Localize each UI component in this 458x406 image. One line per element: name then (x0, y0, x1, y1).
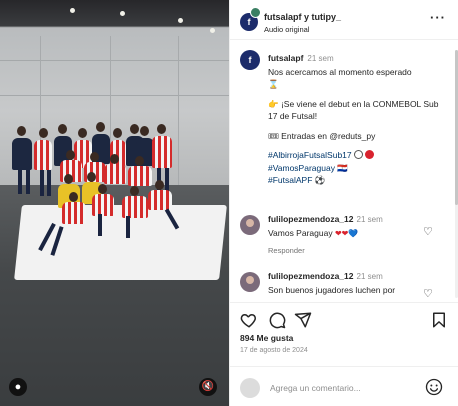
caption-line-3: Entradas en @reduts_py (281, 130, 376, 141)
comment-time: 21 sem (356, 215, 383, 224)
like-comment-icon[interactable]: ♡ (423, 288, 435, 300)
player-head (87, 172, 96, 182)
player-leg (47, 170, 51, 196)
player-head (155, 180, 164, 190)
comment-text: Son buenos jugadores luchen por (268, 284, 396, 295)
post-authors[interactable]: futsalapf y tutipy_ (264, 12, 341, 22)
player-figure (148, 190, 172, 210)
reply-button[interactable]: Responder (268, 246, 305, 255)
ceiling-light (178, 18, 183, 23)
wall-seam (0, 60, 229, 61)
pointing-hand-icon: 👉 (268, 98, 279, 109)
hashtag-link[interactable]: #AlbirrojaFutsalSub17 (268, 150, 352, 160)
add-comment-input[interactable] (270, 380, 410, 396)
player-head (110, 154, 119, 164)
comment-avatar[interactable] (240, 272, 260, 292)
hourglass-icon: ⌛ (268, 79, 279, 89)
player-figure (152, 136, 172, 168)
player-leg (26, 170, 30, 194)
comment-item: fulilopezmendoza_12 21 sem Son buenos jug… (268, 270, 446, 296)
author-avatar[interactable]: f (240, 7, 261, 31)
player-leg (165, 168, 169, 192)
player-head (58, 124, 67, 134)
comment-avatar[interactable] (240, 215, 260, 235)
player-head (78, 128, 87, 138)
player-head (157, 124, 166, 134)
post-caption: futsalapf 21 sem Nos acercamos al momento… (268, 52, 446, 194)
player-head (69, 192, 78, 202)
player-head (140, 126, 149, 136)
audio-muted-icon[interactable]: 🔇 (199, 378, 217, 396)
player-head (66, 150, 75, 160)
soccer-ball-icon: ⚽ (314, 175, 326, 185)
share-send-icon[interactable] (294, 311, 312, 329)
user-tag-icon[interactable]: ● (9, 378, 27, 396)
player-head (130, 186, 139, 196)
player-figure (34, 140, 52, 170)
ticket-icon: 🎟 (268, 130, 279, 141)
player-figure (128, 166, 152, 186)
player-leg (98, 214, 102, 236)
comment-time: 21 sem (356, 272, 383, 281)
caption-username[interactable]: futsalapf (268, 53, 303, 63)
player-figure (92, 194, 114, 216)
player-head (17, 126, 26, 136)
white-circle-icon (354, 150, 364, 159)
add-comment-bar (230, 366, 458, 406)
like-count[interactable]: 894 Me gusta (240, 333, 293, 343)
comment-username[interactable]: fulilopezmendoza_12 (268, 214, 354, 224)
ceiling-light (210, 28, 215, 33)
ceiling-light (70, 8, 75, 13)
post-actions-bar (230, 302, 458, 334)
paraguay-flag-icon: 🇵🇾 (337, 162, 348, 173)
player-head (98, 184, 107, 194)
hashtag-link[interactable]: #FutsalAPF (268, 175, 312, 185)
player-head (39, 128, 48, 138)
player-head (113, 128, 122, 138)
player-figure (62, 202, 86, 224)
post-header: f futsalapf y tutipy_ Audio original ··· (230, 0, 458, 40)
wall-seam (0, 95, 229, 96)
heart-emoji-icon: ❤❤💙 (334, 228, 359, 238)
audio-label[interactable]: Audio original (264, 25, 309, 34)
comment-text: Vamos Paraguay (268, 227, 333, 238)
caption-line-2: ¡Se viene el debut en la CONMEBOL Sub 17… (268, 98, 439, 122)
like-comment-icon[interactable]: ♡ (423, 226, 435, 238)
comment-username[interactable]: fulilopezmendoza_12 (268, 271, 354, 281)
player-figure (104, 164, 126, 184)
caption-author-avatar[interactable]: f (240, 50, 260, 70)
more-horizontal-icon[interactable]: ··· (430, 10, 446, 25)
player-head (96, 122, 105, 132)
ceiling-light (120, 11, 125, 16)
player-leg (18, 170, 22, 194)
player-head (135, 156, 144, 166)
comment-item: fulilopezmendoza_12 21 sem Vamos Paraguay… (268, 213, 446, 240)
caption-line-1: Nos acercamos al momento esperado (268, 66, 412, 77)
post-details-pane: f futsalapf y tutipy_ Audio original ···… (229, 0, 458, 406)
save-bookmark-icon[interactable] (430, 311, 448, 329)
brand-logo-icon: f (247, 17, 251, 27)
hashtag-link[interactable]: #VamosParaguay (268, 163, 335, 173)
player-head (130, 124, 139, 134)
wall-seam (178, 36, 179, 186)
player-head (64, 174, 73, 184)
player-leg (126, 216, 130, 238)
comment-bubble-icon[interactable] (268, 311, 286, 329)
post-media[interactable]: ● 🔇 (0, 0, 229, 406)
player-head (90, 152, 99, 162)
caption-time: 21 sem (307, 54, 334, 63)
red-circle-icon (365, 150, 375, 159)
collaborator-avatar[interactable] (250, 7, 261, 18)
current-user-avatar (240, 378, 260, 398)
player-leg (40, 170, 44, 196)
player-figure (122, 196, 148, 218)
player-figure (12, 138, 32, 170)
emoji-picker-icon[interactable] (425, 378, 443, 396)
post-date: 17 de agosto de 2024 (240, 347, 308, 354)
like-heart-icon[interactable] (240, 311, 258, 329)
